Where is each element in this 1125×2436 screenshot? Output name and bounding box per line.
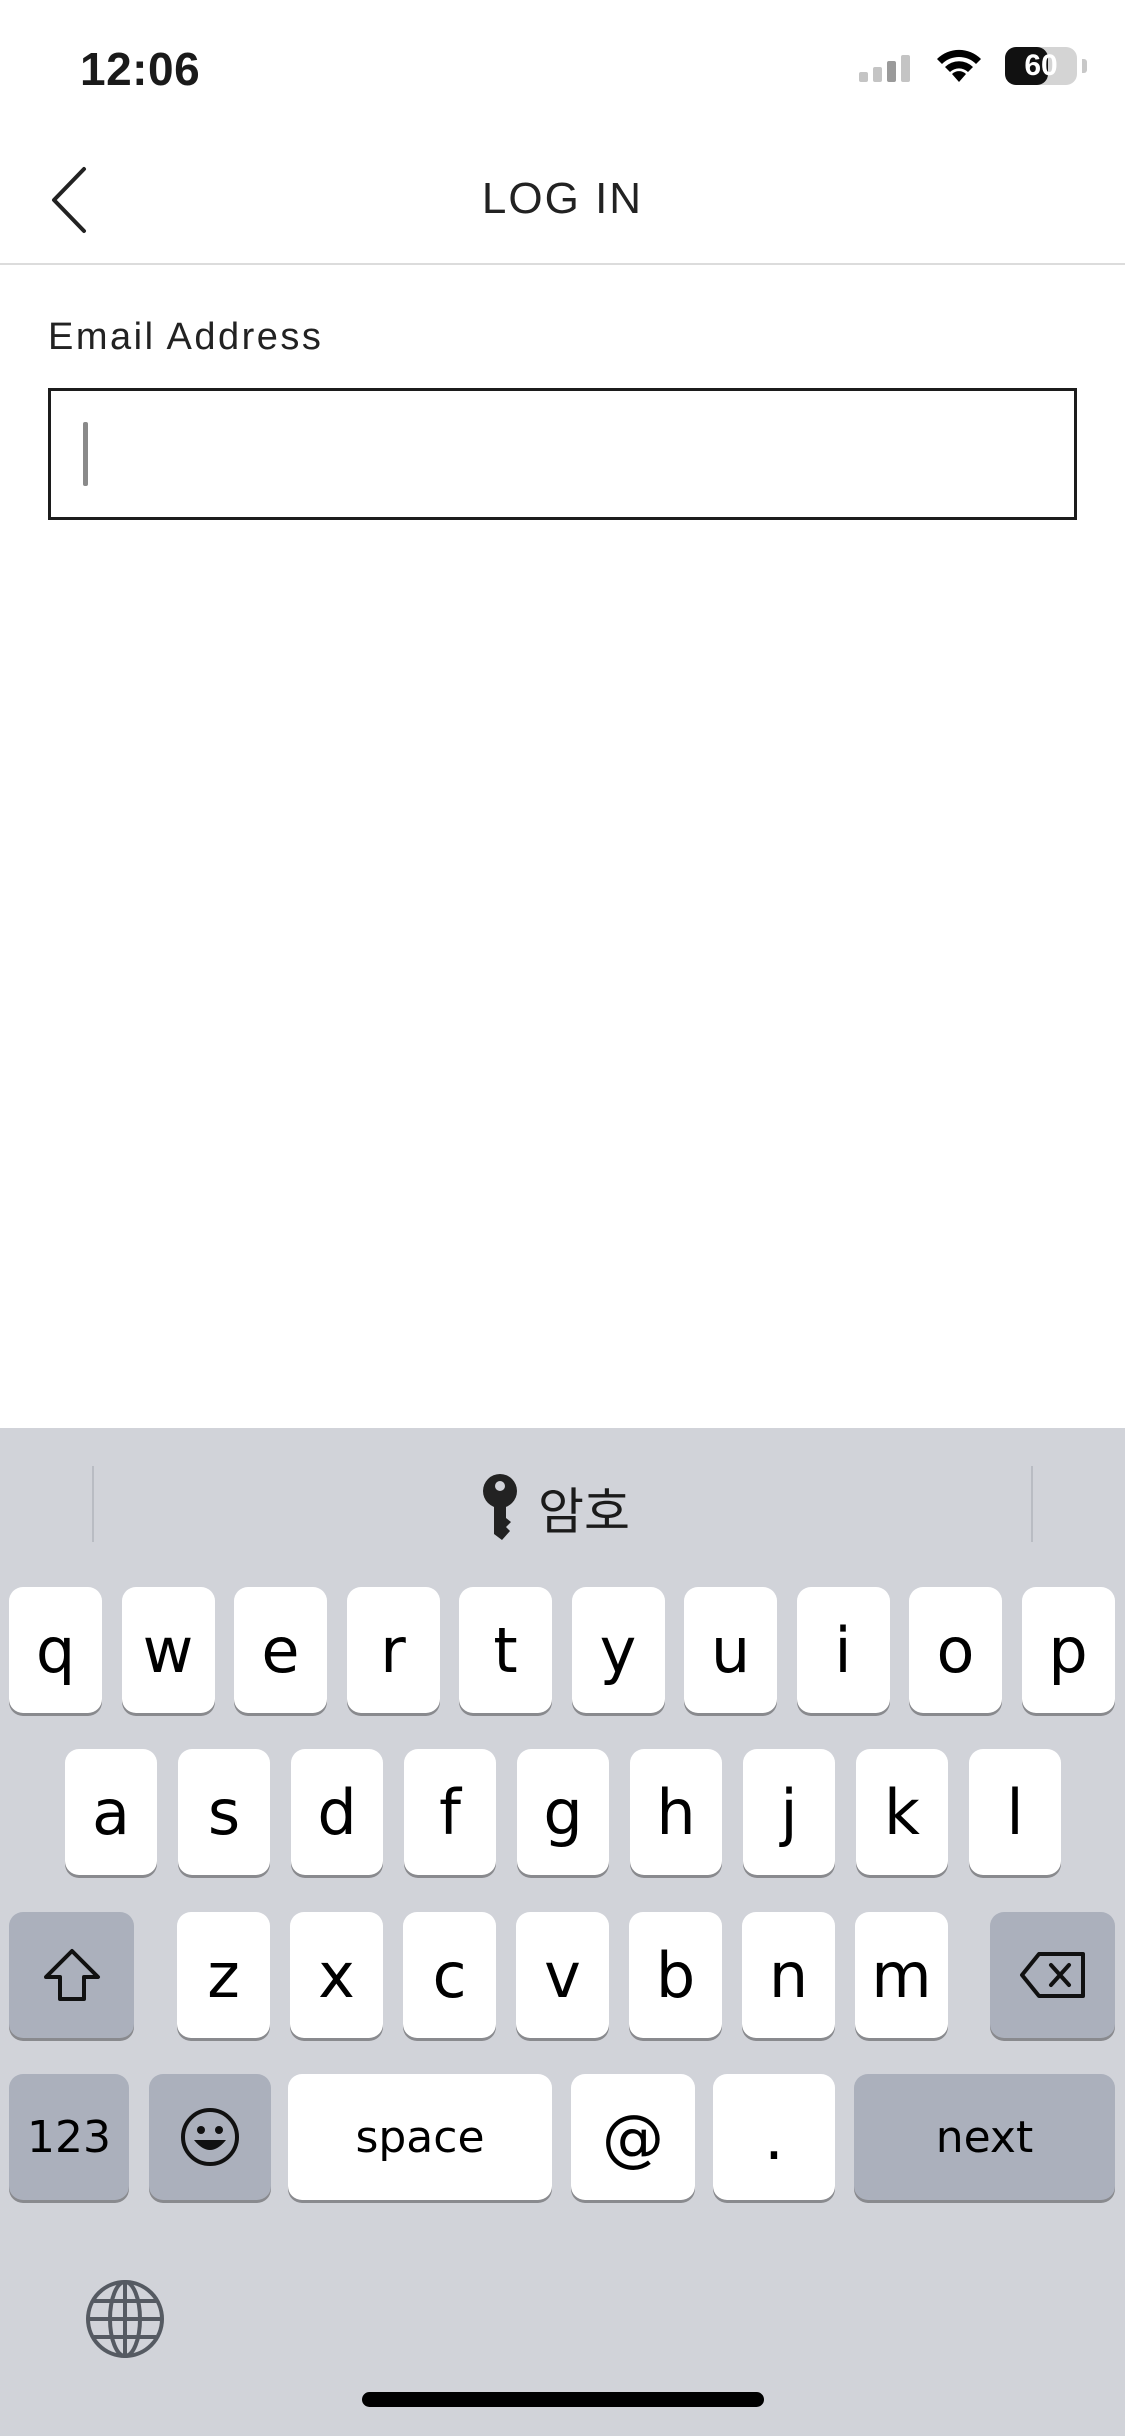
- key-q[interactable]: q: [9, 1587, 102, 1713]
- delete-key[interactable]: [990, 1912, 1115, 2038]
- key-w[interactable]: w: [121, 1587, 215, 1713]
- dot-key[interactable]: .: [713, 2074, 835, 2200]
- key-u[interactable]: u: [684, 1587, 777, 1713]
- on-screen-keyboard: 암호 qwertyuiopasdfghjklzxcvbnm 123 space …: [0, 1428, 1125, 2436]
- globe-icon: [86, 2280, 164, 2358]
- suggestion-divider: [1031, 1466, 1033, 1542]
- email-input[interactable]: [48, 388, 1077, 520]
- status-bar: 12:06 60: [0, 0, 1125, 140]
- emoji-key[interactable]: [149, 2074, 271, 2200]
- key-l[interactable]: l: [969, 1749, 1061, 1875]
- numbers-key[interactable]: 123: [9, 2074, 129, 2200]
- key-z[interactable]: z: [177, 1912, 270, 2038]
- suggestion-divider: [92, 1466, 94, 1542]
- battery-icon: 60: [1005, 47, 1087, 85]
- status-icons: 60: [857, 46, 1087, 86]
- key-b[interactable]: b: [629, 1912, 722, 2038]
- nav-header: LOG IN: [0, 140, 1125, 265]
- key-y[interactable]: y: [571, 1587, 665, 1713]
- emoji-icon: [181, 2108, 239, 2166]
- wifi-icon: [937, 49, 981, 82]
- key-m[interactable]: m: [855, 1912, 948, 2038]
- at-key[interactable]: @: [571, 2074, 695, 2200]
- password-suggestion[interactable]: 암호: [480, 1468, 630, 1548]
- email-label: Email Address: [48, 316, 324, 358]
- key-v[interactable]: v: [516, 1912, 609, 2038]
- shift-icon: [43, 1949, 100, 2001]
- home-indicator: [362, 2392, 764, 2407]
- key-d[interactable]: d: [291, 1749, 383, 1875]
- key-i[interactable]: i: [796, 1587, 890, 1713]
- delete-icon: [1019, 1952, 1085, 1998]
- key-n[interactable]: n: [742, 1912, 835, 2038]
- shift-key[interactable]: [9, 1912, 134, 2038]
- password-suggestion-label: 암호: [538, 1483, 630, 1541]
- key-j[interactable]: j: [743, 1749, 835, 1875]
- key-t[interactable]: t: [459, 1587, 552, 1713]
- key-icon: [483, 1474, 517, 1540]
- cellular-signal-icon: [859, 55, 910, 82]
- key-f[interactable]: f: [404, 1749, 496, 1875]
- key-o[interactable]: o: [909, 1587, 1002, 1713]
- battery-percentage: 60: [1024, 49, 1058, 82]
- text-caret: [83, 422, 88, 486]
- key-r[interactable]: r: [346, 1587, 440, 1713]
- key-g[interactable]: g: [517, 1749, 609, 1875]
- keyboard-suggestion-bar: 암호: [0, 1428, 1125, 1578]
- key-e[interactable]: e: [234, 1587, 327, 1713]
- status-time: 12:06: [80, 43, 201, 95]
- key-c[interactable]: c: [403, 1912, 496, 2038]
- key-h[interactable]: h: [630, 1749, 722, 1875]
- page-title: LOG IN: [481, 174, 644, 223]
- next-key[interactable]: next: [854, 2074, 1115, 2200]
- key-x[interactable]: x: [290, 1912, 383, 2038]
- key-k[interactable]: k: [856, 1749, 948, 1875]
- space-key[interactable]: space: [288, 2074, 552, 2200]
- key-a[interactable]: a: [65, 1749, 157, 1875]
- key-p[interactable]: p: [1021, 1587, 1115, 1713]
- key-s[interactable]: s: [178, 1749, 270, 1875]
- globe-button[interactable]: [84, 2278, 166, 2360]
